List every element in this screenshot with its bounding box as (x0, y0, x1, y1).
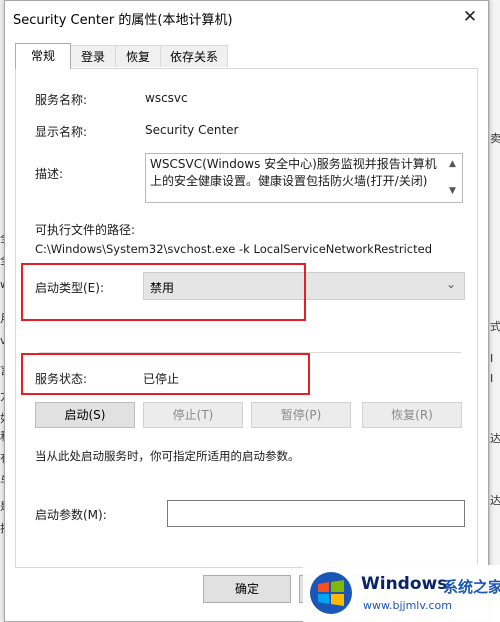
service-status-highlight (21, 353, 310, 395)
pause-button[interactable]: 暂停(P) (251, 402, 351, 428)
title-bar: Security Center 的属性(本地计算机) ✕ (5, 1, 488, 33)
ok-button[interactable]: 确定 (203, 575, 291, 603)
description-label: 描述: (35, 167, 64, 181)
background-right-char: 达 (490, 494, 500, 507)
tab-general[interactable]: 常规 (15, 43, 71, 69)
windows-logo-icon (310, 572, 352, 614)
service-name-label: 服务名称: (35, 93, 88, 107)
start-params-hint: 当从此处启动服务时，你可指定所适用的启动参数。 (35, 449, 300, 463)
background-right-char: 卖 (490, 132, 500, 145)
watermark-brand: Windows (361, 574, 448, 594)
background-right-char: I (490, 372, 494, 385)
description-text: WSCSVC(Windows 安全中心)服务监视并报告计算机上的安全健康设置。健… (150, 157, 437, 188)
exe-path-value: C:\Windows\System32\svchost.exe -k Local… (35, 242, 433, 256)
background-right-char: 式 (490, 320, 500, 333)
resume-button[interactable]: 恢复(R) (362, 402, 462, 428)
service-properties-dialog: Security Center 的属性(本地计算机) ✕ 常规 登录 恢复 依存… (4, 0, 489, 622)
dialog-title: Security Center 的属性(本地计算机) (13, 13, 233, 28)
start-params-label: 启动参数(M): (35, 508, 107, 522)
close-button[interactable]: ✕ (456, 3, 484, 31)
watermark-suffix: 系统之家 (443, 578, 500, 596)
scroll-down-icon[interactable]: ▼ (449, 183, 456, 200)
description-textbox[interactable]: WSCSVC(Windows 安全中心)服务监视并报告计算机上的安全健康设置。健… (145, 153, 463, 203)
service-name-value: wscsvc (145, 91, 188, 105)
start-params-input[interactable] (167, 500, 465, 527)
watermark-url: www.bjjmlv.com (363, 599, 452, 612)
chevron-down-icon: ⌄ (445, 277, 456, 291)
startup-type-highlight (21, 263, 306, 321)
description-scrollbar[interactable]: ▲ ▼ (446, 154, 462, 202)
tab-logon[interactable]: 登录 (70, 45, 116, 67)
display-name-label: 显示名称: (35, 125, 88, 139)
scroll-up-icon[interactable]: ▲ (449, 156, 456, 173)
background-right-char: 达 (490, 432, 500, 445)
tab-recovery[interactable]: 恢复 (115, 45, 161, 67)
display-name-value: Security Center (145, 123, 239, 137)
background-window-right-edge (489, 0, 500, 622)
exe-path-label: 可执行文件的路径: (35, 223, 136, 237)
background-right-char: I (490, 352, 494, 365)
close-icon: ✕ (462, 7, 478, 27)
watermark: Windows 系统之家 www.bjjmlv.com (303, 565, 500, 622)
start-button[interactable]: 启动(S) (35, 402, 135, 428)
stop-button[interactable]: 停止(T) (143, 402, 243, 428)
tab-dependencies[interactable]: 依存关系 (160, 45, 228, 67)
